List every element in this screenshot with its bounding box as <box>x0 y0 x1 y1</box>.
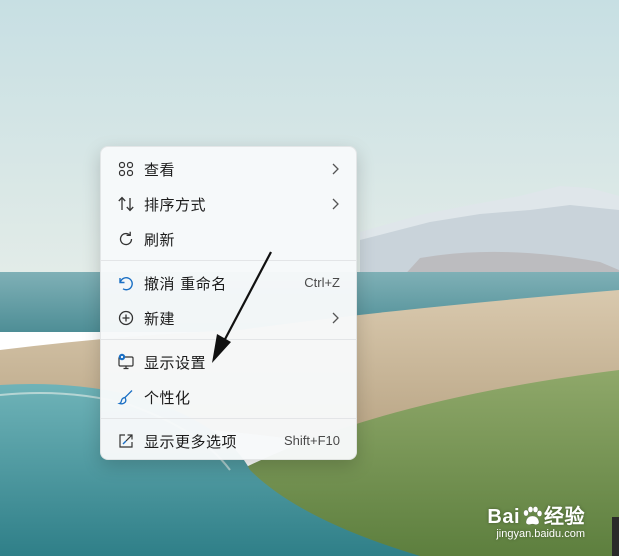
window-edge <box>612 517 619 556</box>
baidu-jingyan-watermark: Bai 经验 jingyan.baidu.com <box>487 500 585 540</box>
watermark-url: jingyan.baidu.com <box>496 528 585 540</box>
annotation-arrow <box>212 251 272 363</box>
paw-logo-icon <box>523 506 543 525</box>
watermark-brand-right: 经验 <box>544 506 585 528</box>
watermark-brand-left: Bai <box>487 506 520 528</box>
